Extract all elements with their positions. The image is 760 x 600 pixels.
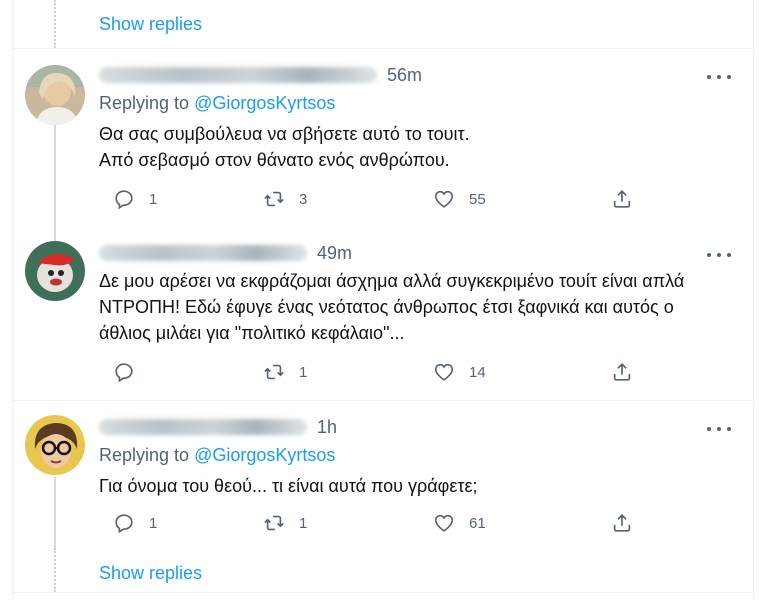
share-button[interactable] — [611, 509, 633, 537]
retweet-button[interactable]: 3 — [263, 185, 307, 213]
avatar[interactable] — [25, 65, 85, 125]
avatar[interactable] — [25, 241, 85, 301]
tweet-header: 56m — [99, 63, 422, 87]
show-replies-link[interactable]: Show replies — [99, 14, 202, 35]
tweet-actions: 1 14 — [99, 358, 659, 386]
reply-button[interactable]: 1 — [113, 185, 157, 213]
more-icon[interactable] — [707, 247, 731, 263]
retweet-count: 1 — [299, 363, 308, 381]
reply-button[interactable]: 1 — [113, 509, 157, 537]
retweet-button[interactable]: 1 — [263, 358, 307, 386]
retweet-button[interactable]: 1 — [263, 509, 307, 537]
reply-count: 1 — [149, 514, 158, 532]
tweet-text: Θα σας συμβούλευα να σβήσετε αυτό το του… — [99, 121, 739, 173]
author-name-blurred[interactable] — [99, 245, 307, 261]
tweet-text-line: άθλιος μιλάει για "πολιτικό κεφάλαιο"... — [99, 323, 405, 343]
thread-line — [54, 233, 56, 241]
replying-prefix: Replying to — [99, 445, 190, 465]
thread-line — [54, 125, 56, 233]
tweet-text: Δε μου αρέσει να εκφράζομαι άσχημα αλλά … — [99, 268, 739, 346]
mention-link[interactable]: @GiorgosKyrtsos — [194, 445, 335, 465]
share-button[interactable] — [611, 185, 633, 213]
more-icon[interactable] — [707, 421, 731, 437]
show-replies-row-top: Show replies — [13, 0, 753, 48]
tweet-text-line: Για όνομα του θεού... τι είναι αυτά που … — [99, 476, 478, 496]
tweet-2[interactable]: 49m Δε μου αρέσει να εκφράζομαι άσχημα α… — [13, 233, 753, 400]
reply-icon — [115, 514, 133, 534]
retweet-count: 1 — [299, 514, 308, 532]
tweet-header: 1h — [99, 415, 337, 439]
like-icon — [434, 363, 454, 381]
more-icon[interactable] — [707, 69, 731, 85]
reply-button[interactable] — [113, 358, 149, 386]
show-replies-link[interactable]: Show replies — [99, 563, 202, 584]
reply-count: 1 — [149, 190, 158, 208]
tweet-text-line: Θα σας συμβούλευα να σβήσετε αυτό το του… — [99, 124, 470, 144]
tweet-text: Για όνομα του θεού... τι είναι αυτά που … — [99, 473, 739, 499]
show-replies-row-bottom: Show replies — [13, 548, 753, 592]
replying-to: Replying to @GiorgosKyrtsos — [99, 445, 335, 466]
retweet-icon — [264, 515, 284, 531]
conversation-thread: Show replies 56m Replying to @GiorgosKyr… — [12, 0, 754, 600]
reply-icon — [115, 363, 133, 383]
share-button[interactable] — [611, 358, 633, 386]
like-count: 55 — [469, 190, 486, 208]
divider — [13, 592, 753, 593]
tweet-time[interactable]: 1h — [317, 417, 337, 438]
like-count: 61 — [469, 514, 486, 532]
replying-prefix: Replying to — [99, 93, 190, 113]
like-icon — [434, 514, 454, 532]
tweet-time[interactable]: 49m — [317, 243, 352, 264]
retweet-icon — [264, 364, 284, 380]
share-icon — [613, 363, 631, 381]
thread-dots — [54, 0, 56, 48]
like-button[interactable]: 14 — [433, 358, 486, 386]
tweet-actions: 1 1 61 — [99, 509, 659, 537]
retweet-count: 3 — [299, 190, 308, 208]
thread-dots — [54, 548, 56, 592]
reply-icon — [115, 190, 133, 210]
tweet-text-line: ΝΤΡΟΠΗ! Εδώ έφυγε ένας νεότατος άνθρωπος… — [99, 297, 674, 317]
tweet-3[interactable]: 1h Replying to @GiorgosKyrtsos Για όνομα… — [13, 401, 753, 548]
like-icon — [434, 190, 454, 208]
tweet-header: 49m — [99, 241, 352, 265]
author-name-blurred[interactable] — [99, 419, 307, 435]
like-count: 14 — [469, 363, 486, 381]
retweet-icon — [264, 191, 284, 207]
author-name-blurred[interactable] — [99, 67, 377, 83]
mention-link[interactable]: @GiorgosKyrtsos — [194, 93, 335, 113]
tweet-1[interactable]: 56m Replying to @GiorgosKyrtsos Θα σας σ… — [13, 49, 753, 233]
like-button[interactable]: 61 — [433, 509, 486, 537]
avatar[interactable] — [25, 415, 85, 475]
tweet-actions: 1 3 55 — [99, 185, 659, 213]
tweet-text-line: Από σεβασμό στον θάνατο ενός ανθρώπου. — [99, 150, 450, 170]
tweet-text-line: Δε μου αρέσει να εκφράζομαι άσχημα αλλά … — [99, 271, 685, 291]
like-button[interactable]: 55 — [433, 185, 486, 213]
thread-line — [54, 477, 56, 548]
tweet-time[interactable]: 56m — [387, 65, 422, 86]
share-icon — [613, 514, 631, 532]
share-icon — [613, 190, 631, 208]
replying-to: Replying to @GiorgosKyrtsos — [99, 93, 335, 114]
